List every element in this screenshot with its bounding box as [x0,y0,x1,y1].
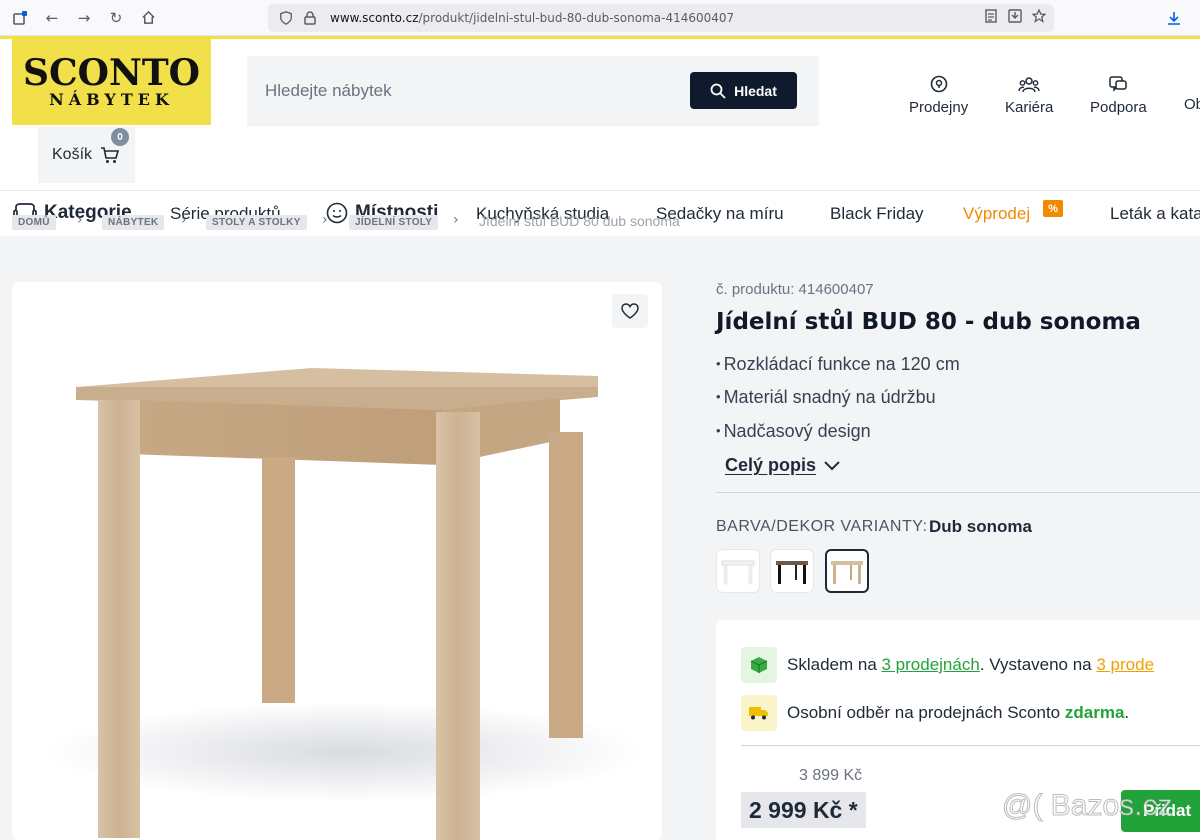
url-text: www.sconto.cz/produkt/jidelni-stul-bud-8… [330,11,735,25]
cart-icon [101,147,120,163]
pickup-info: Osobní odběr na prodejnách Sconto zdarma… [787,703,1130,722]
save-page-icon[interactable] [1008,8,1022,27]
site-header: SCONTO NÁBYTEK Hledat Prodejny Kariéra P… [0,39,1200,190]
lock-icon[interactable] [298,6,322,30]
current-price: 2 999 Kč * [741,792,866,828]
box-icon [741,647,777,683]
breadcrumb-separator: › [181,212,187,228]
tabs-icon[interactable] [8,6,32,30]
swatch-sonoma[interactable] [825,549,869,593]
nav-sale[interactable]: Výprodej [963,204,1030,224]
full-description-label: Celý popis [725,455,817,475]
smiley-icon [326,202,348,224]
logo-top-text: SCONTO [22,52,201,94]
product-sku: č. produktu: 414600407 [716,281,874,298]
truck-icon [741,695,777,731]
nav-orders-label: Ob [1184,96,1200,113]
map-pin-icon [930,75,947,93]
bookmark-star-icon[interactable] [1031,8,1047,27]
cart-count-badge: 0 [111,128,129,146]
search-button[interactable]: Hledat [690,72,797,109]
search-box: Hledat [247,56,819,126]
product-title: Jídelní stůl BUD 80 - dub sonoma [716,309,1141,335]
nav-support-label: Podpora [1090,99,1147,116]
divider [716,492,1200,493]
chat-icon [1109,76,1128,92]
watermark: @( Bazos.cz [1002,789,1173,823]
display-stores-link[interactable]: 3 prode [1096,655,1154,674]
breadcrumb-dining-tables[interactable]: JÍDELNÍ STOLY [349,215,439,230]
sale-percent-badge: % [1043,200,1063,217]
site-logo[interactable]: SCONTO NÁBYTEK [12,39,211,125]
forward-icon[interactable]: → [72,6,96,30]
home-icon[interactable] [136,6,160,30]
breadcrumb-separator: › [322,212,328,228]
feature-item: Materiál snadný na údržbu [716,387,936,408]
breadcrumb-tables[interactable]: STOLY A STOLKY [206,215,307,230]
reader-view-icon[interactable] [984,8,998,27]
full-description-link[interactable]: Celý popis [725,455,840,476]
product-photo[interactable] [12,282,662,840]
people-icon [1018,77,1040,93]
swatch-black[interactable] [770,549,814,593]
chevron-down-icon [824,460,840,470]
product-image-card [12,282,662,840]
divider [741,745,1200,746]
stock-stores-link[interactable]: 3 prodejnách [882,655,980,674]
swatch-white[interactable] [716,549,760,593]
breadcrumb-separator: › [77,212,83,228]
shield-icon[interactable] [274,6,298,30]
breadcrumb-furniture[interactable]: NÁBYTEK [102,215,165,230]
cart-label: Košík [52,146,93,163]
nav-orders[interactable]: Ob [1184,96,1200,113]
nav-leaflet[interactable]: Leták a kata [1110,204,1200,224]
breadcrumb-home[interactable]: DOMŮ [12,215,56,230]
nav-stores[interactable]: Prodejny [909,75,968,116]
back-icon[interactable]: ← [40,6,64,30]
nav-careers-label: Kariéra [1005,99,1054,116]
variant-label: BARVA/DEKOR VARIANTY: [716,518,928,535]
address-bar[interactable]: www.sconto.cz/produkt/jidelni-stul-bud-8… [268,4,1054,32]
cart-button[interactable]: Košík 0 [38,127,135,183]
search-input[interactable] [247,56,687,126]
variant-value: Dub sonoma [929,517,1032,536]
reload-icon[interactable]: ↻ [104,6,128,30]
feature-item: Rozkládací funkce na 120 cm [716,354,960,375]
stock-status: Skladem na 3 prodejnách. Vystaveno na 3 … [787,655,1155,674]
search-icon [710,83,726,99]
search-button-label: Hledat [734,82,777,99]
feature-item: Nadčasový design [716,421,871,442]
old-price: 3 899 Kč [799,767,863,784]
nav-stores-label: Prodejny [909,99,969,116]
breadcrumb-current: Jídelní stůl BUD 80 dub sonoma [479,213,680,229]
nav-support[interactable]: Podpora [1090,75,1147,116]
downloads-icon[interactable] [1162,6,1186,30]
nav-black-friday[interactable]: Black Friday [830,204,924,224]
logo-bottom-text: NÁBYTEK [49,90,174,109]
browser-toolbar: ← → ↻ www.sconto.cz/produkt/jidelni-stul… [0,0,1200,36]
breadcrumb-separator: › [453,212,459,228]
nav-careers[interactable]: Kariéra [1005,75,1053,116]
